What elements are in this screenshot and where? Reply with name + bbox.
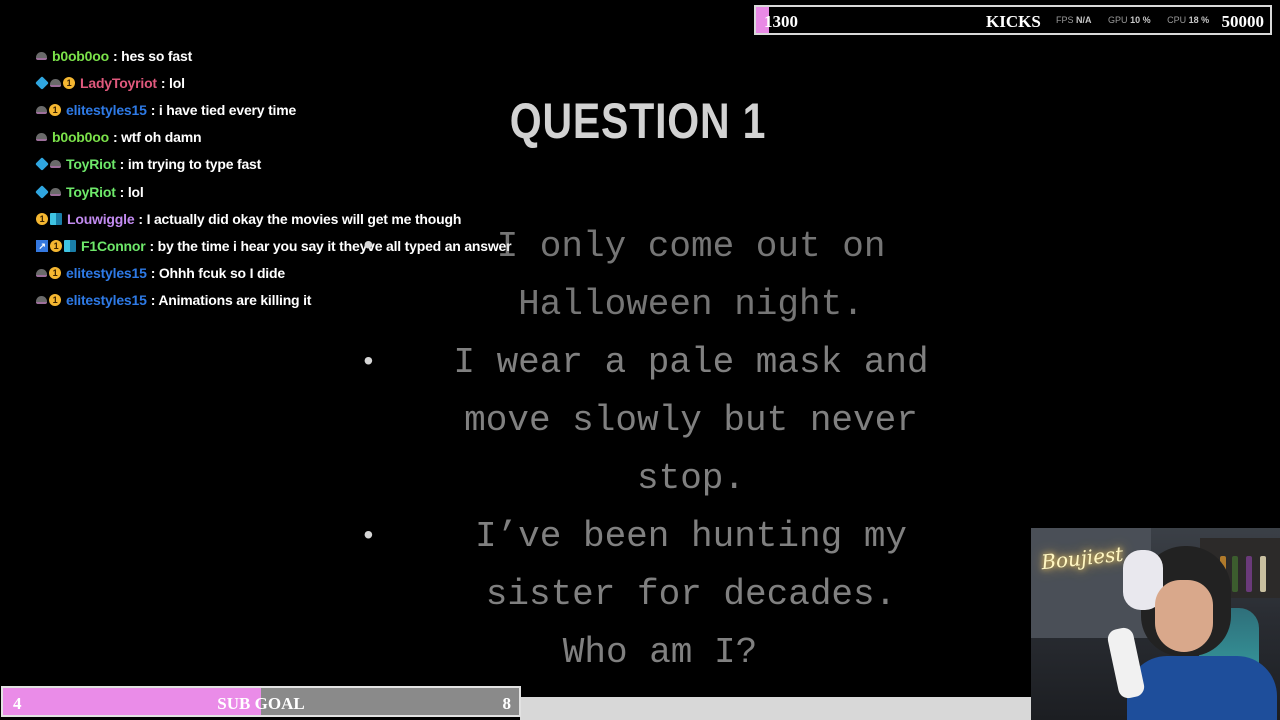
webcam-streamer-body: [1127, 656, 1277, 720]
coin-icon: 1: [49, 103, 61, 116]
fps-value: N/A: [1076, 15, 1092, 25]
cpu-value: 18 %: [1188, 15, 1210, 25]
clue-item: • I’ve been hunting my sister for decade…: [360, 508, 1020, 624]
fps-label: FPS: [1056, 15, 1074, 25]
webcam-feed: Boujiest: [1031, 528, 1280, 720]
chat-message: ToyRiot: lol: [35, 178, 556, 205]
hat-icon: [36, 133, 47, 142]
chat-badges: 1: [36, 212, 62, 225]
cpu-label: CPU: [1167, 15, 1187, 25]
chat-message-text: : im trying to type fast: [119, 156, 262, 173]
chat-message: ToyRiot: im trying to type fast: [35, 151, 556, 178]
chat-badges: [35, 184, 61, 199]
sub-goal-bar: 4 SUB GOAL 8: [1, 686, 521, 717]
kicks-goal-bar: 1300 KICKS FPS N/A GPU 10 % CPU 18 % 500…: [754, 5, 1272, 35]
clue-list: • I only come out on Halloween night. • …: [360, 218, 1020, 682]
chat-badges: [35, 157, 61, 172]
kicks-goal-label: KICKS: [986, 12, 1041, 31]
coin-icon: 1: [63, 76, 75, 89]
gpu-value: 10 %: [1130, 15, 1151, 25]
question-prompt: Who am I?: [562, 632, 758, 673]
clue-text: I wear a pale mask and move slowly but n…: [453, 342, 929, 499]
chat-badges: ↗ 1: [36, 239, 76, 252]
chat-message-text: : lol: [119, 183, 144, 200]
chat-username[interactable]: LadyToyriot: [80, 75, 157, 91]
hat-icon: [36, 105, 47, 114]
chat-username[interactable]: elitestyles15: [66, 292, 147, 308]
chat-username[interactable]: elitestyles15: [66, 265, 147, 281]
grid-icon: [50, 212, 62, 225]
chat-badges: 1: [36, 103, 61, 116]
sub-goal-label: SUB GOAL: [217, 694, 305, 713]
chat-username[interactable]: F1Connor: [81, 238, 146, 254]
cube-icon: [35, 75, 49, 90]
chat-badges: 1: [36, 294, 61, 307]
coin-icon: 1: [49, 294, 61, 307]
bullet-icon: •: [360, 522, 377, 553]
cube-icon: [35, 157, 49, 172]
chat-badges: [36, 133, 47, 142]
performance-overlay: FPS N/A GPU 10 % CPU 18 %: [1056, 15, 1223, 25]
hat-icon: [36, 269, 47, 278]
sub-goal-target: 8: [502, 694, 512, 713]
chat-message-text: : Animations are killing it: [150, 292, 312, 309]
kicks-goal-current: 1300: [764, 12, 798, 31]
chat-message-text: : Ohhh fcuk so I dide: [150, 265, 285, 282]
chat-username[interactable]: ToyRiot: [66, 156, 116, 172]
clue-text: I’ve been hunting my sister for decades.: [474, 516, 908, 615]
grid-icon: [64, 239, 76, 252]
chat-username[interactable]: Louwiggle: [67, 211, 135, 227]
hat-icon: [36, 296, 47, 305]
chat-message-text: : lol: [160, 74, 185, 91]
bullet-icon: •: [360, 232, 377, 263]
chat-badges: 1: [35, 75, 75, 90]
cube-icon: [35, 184, 49, 199]
hat-icon: [50, 187, 61, 196]
coin-icon: 1: [36, 212, 48, 225]
chat-message: b0ob0oo: hes so fast: [36, 42, 556, 69]
arrow-icon: ↗: [36, 239, 48, 252]
kicks-goal-target: 50000: [1221, 12, 1265, 31]
bullet-icon: •: [360, 348, 377, 379]
hat-icon: [36, 51, 47, 60]
hat-icon: [50, 160, 61, 169]
webcam-streamer-face: [1155, 580, 1213, 652]
clue-text: I only come out on Halloween night.: [496, 226, 886, 325]
chat-message-text: : hes so fast: [112, 47, 193, 64]
clue-item: • I only come out on Halloween night.: [360, 218, 1020, 334]
chat-username[interactable]: ToyRiot: [66, 184, 116, 200]
clue-item: • I wear a pale mask and move slowly but…: [360, 334, 1020, 508]
chat-username[interactable]: b0ob0oo: [52, 48, 109, 64]
chat-badges: 1: [36, 267, 61, 280]
gpu-label: GPU: [1108, 15, 1128, 25]
hat-icon: [50, 78, 61, 87]
chat-username[interactable]: b0ob0oo: [52, 129, 109, 145]
question-title: QUESTION 1: [509, 93, 767, 149]
chat-badges: [36, 51, 47, 60]
coin-icon: 1: [50, 239, 62, 252]
coin-icon: 1: [49, 267, 61, 280]
bottom-strip: [520, 697, 1032, 720]
